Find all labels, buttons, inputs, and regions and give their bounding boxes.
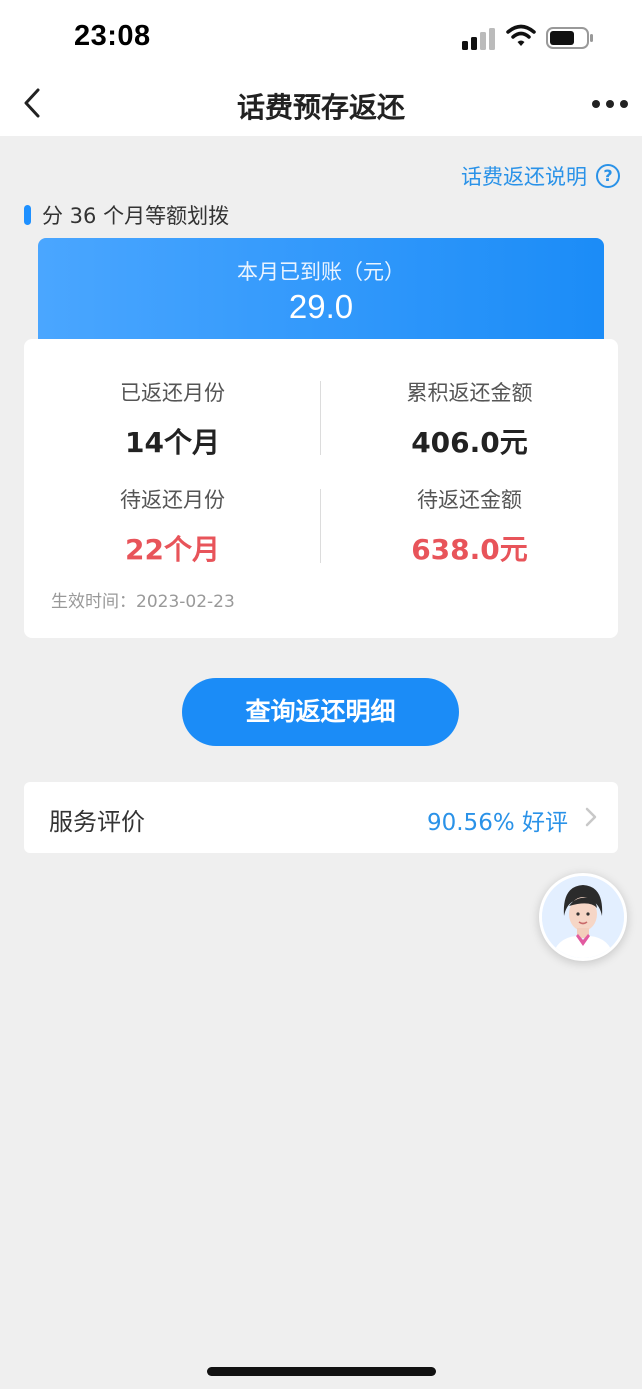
effective-time: 生效时间：2023-02-23 [51, 592, 235, 612]
battery-icon [546, 27, 593, 49]
more-dots-icon[interactable] [590, 90, 630, 118]
monthly-credited-label: 本月已到账（元） [237, 260, 405, 284]
stats-divider-bottom [320, 489, 321, 563]
pending-amount-label: 待返还金额 [417, 488, 522, 512]
page-title: 话费预存返还 [236, 91, 405, 124]
service-rating-row[interactable]: 服务评价 90.56% 好评 [24, 782, 618, 853]
screen: 23:08 话费预存返还 话费返还说明 ? 分 36 个月等额划拨 本月已到账（… [0, 0, 642, 1389]
pending-amount-value: 638.0元 [411, 533, 528, 566]
refund-explanation-link[interactable]: 话费返还说明 ? [461, 161, 620, 191]
status-time: 23:08 [74, 20, 151, 52]
chevron-right-icon [585, 807, 597, 827]
stats-divider-top [320, 381, 321, 455]
monthly-credited-banner: 本月已到账（元） 29.0 [38, 238, 604, 342]
section-marker [24, 205, 31, 225]
refund-explanation-label: 话费返还说明 [461, 165, 587, 189]
returned-months-label: 已返还月份 [120, 381, 225, 405]
returned-amount-value: 406.0元 [411, 426, 528, 459]
returned-amount-stat: 累积返还金额 406.0元 [321, 377, 618, 461]
pending-amount-stat: 待返还金额 638.0元 [321, 484, 618, 568]
nav-bar: 话费预存返还 [0, 72, 642, 136]
signal-icon [462, 26, 496, 50]
status-bar: 23:08 [0, 0, 642, 72]
service-rating-value: 90.56% 好评 [426, 810, 568, 836]
pending-months-stat: 待返还月份 22个月 [24, 484, 321, 568]
pending-months-value: 22个月 [125, 533, 220, 566]
wifi-icon [506, 24, 536, 46]
section-title-text: 分 36 个月等额划拨 [42, 204, 230, 228]
home-indicator [207, 1367, 436, 1376]
pending-months-label: 待返还月份 [120, 488, 225, 512]
monthly-credited-value: 29.0 [288, 288, 354, 325]
returned-amount-label: 累积返还金额 [406, 381, 533, 405]
query-refund-details-button[interactable]: 查询返还明细 [182, 678, 459, 746]
assistant-avatar[interactable] [539, 873, 627, 961]
returned-months-stat: 已返还月份 14个月 [24, 377, 321, 461]
help-circle-icon: ? [596, 164, 620, 188]
service-rating-label: 服务评价 [49, 808, 145, 836]
assistant-portrait-icon [542, 876, 624, 958]
section-title: 分 36 个月等额划拨 [24, 200, 229, 230]
stats-card: 已返还月份 14个月 累积返还金额 406.0元 待返还月份 22个月 待返还金… [24, 339, 618, 638]
returned-months-value: 14个月 [125, 426, 220, 459]
